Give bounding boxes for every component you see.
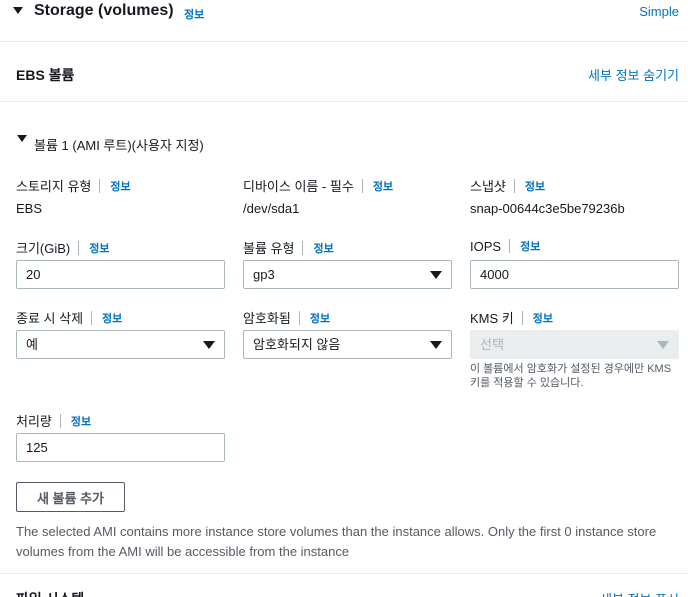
snapshot-label: 스냅샷 정보 [470,176,545,195]
throughput-label: 처리량 정보 [16,411,91,430]
encrypted-value: 암호화되지 않음 [253,337,341,352]
divider [509,239,511,253]
size-label-text: 크기(GiB) [16,241,71,256]
simple-view-link[interactable]: Simple [639,4,679,19]
device-name-info-link[interactable]: 정보 [373,178,393,194]
snapshot-info-link[interactable]: 정보 [525,178,545,194]
volume-type-info-link[interactable]: 정보 [313,240,333,256]
divider [298,310,300,325]
kms-key-label: KMS 키 정보 [470,308,553,327]
encrypted-label: 암호화됨 정보 [243,308,330,327]
file-systems-header: 파일 시스템 세부 정보 표시 [0,573,688,597]
size-label: 크기(GiB) 정보 [16,238,110,257]
encrypted-select[interactable]: 암호화되지 않음 [243,330,452,359]
throughput-input[interactable]: 125 [16,433,225,462]
volume-type-label-text: 볼륨 유형 [243,241,295,256]
dropdown-arrow-icon [657,341,669,349]
delete-on-termination-label-text: 종료 시 삭제 [16,311,84,326]
device-name-value: /dev/sda1 [243,201,300,216]
dropdown-arrow-icon [430,271,442,279]
snapshot-label-text: 스냅샷 [470,179,506,194]
volume-type-value: gp3 [253,267,275,282]
dropdown-arrow-icon [203,341,215,349]
storage-type-value: EBS [16,201,43,216]
divider [521,310,523,325]
storage-type-label: 스토리지 유형 정보 [16,176,131,195]
size-info-link[interactable]: 정보 [89,240,109,256]
add-new-volume-button[interactable]: 새 볼륨 추가 [16,482,125,512]
snapshot-value: snap-00644c3e5be79236b [470,201,625,216]
kms-key-value: 선택 [480,337,504,352]
device-name-label: 디바이스 이름 - 필수 정보 [243,176,393,195]
divider [361,178,363,193]
storage-type-info-link[interactable]: 정보 [110,178,130,194]
divider [513,178,515,193]
kms-key-select: 선택 [470,330,679,359]
size-input[interactable]: 20 [16,260,225,289]
volume-type-select[interactable]: gp3 [243,260,452,289]
ebs-volumes-header: EBS 볼륨 세부 정보 숨기기 [0,42,688,102]
divider [59,413,61,428]
divider [78,240,80,255]
volume-type-label: 볼륨 유형 정보 [243,238,334,257]
volume-title[interactable]: 볼륨 1 (AMI 루트)(사용자 지정) [34,135,204,154]
divider [91,310,93,325]
ebs-title: EBS 볼륨 [16,67,75,83]
device-name-label-text: 디바이스 이름 - 필수 [243,179,354,194]
dropdown-arrow-icon [430,341,442,349]
instance-store-warning: The selected AMI contains more instance … [16,524,657,559]
show-details-link[interactable]: 세부 정보 표시 [600,589,679,597]
encrypted-info-link[interactable]: 정보 [310,310,330,326]
file-systems-title: 파일 시스템 [16,589,84,597]
divider [99,178,101,193]
divider [302,240,304,255]
kms-key-label-text: KMS 키 [470,311,514,326]
iops-info-link[interactable]: 정보 [520,238,540,254]
iops-label-text: IOPS [470,238,502,254]
delete-on-termination-label: 종료 시 삭제 정보 [16,308,122,327]
encrypted-label-text: 암호화됨 [243,311,291,326]
hide-details-link[interactable]: 세부 정보 숨기기 [588,65,679,84]
storage-type-label-text: 스토리지 유형 [16,179,92,194]
collapse-caret-icon[interactable] [13,7,23,14]
iops-input[interactable]: 4000 [470,260,679,289]
kms-key-info-link[interactable]: 정보 [533,310,553,326]
section-info-link[interactable]: 정보 [184,6,204,22]
delete-on-termination-info-link[interactable]: 정보 [102,310,122,326]
delete-on-termination-select[interactable]: 예 [16,330,225,359]
iops-label: IOPS 정보 [470,238,540,254]
throughput-info-link[interactable]: 정보 [71,413,91,429]
throughput-label-text: 처리량 [16,414,52,429]
storage-section-header: Storage (volumes) 정보 Simple [0,0,688,42]
volume-collapse-caret-icon[interactable] [17,135,27,142]
section-title: Storage (volumes) [34,2,174,19]
delete-on-termination-value: 예 [26,337,38,352]
kms-key-help-text: 이 볼륨에서 암호화가 설정된 경우에만 KMS 키를 적용할 수 있습니다. [470,363,672,389]
